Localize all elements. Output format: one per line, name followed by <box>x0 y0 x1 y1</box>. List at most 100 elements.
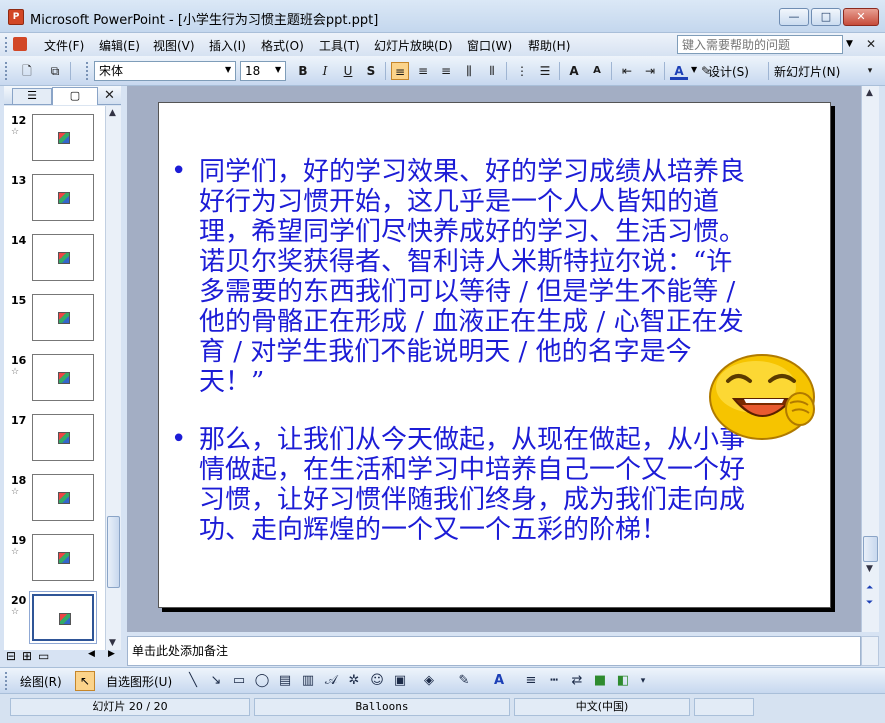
menu-window[interactable]: 窗口(W) <box>467 37 512 54</box>
align-left-icon[interactable]: ≡ <box>391 62 409 80</box>
clipart-icon[interactable]: ☺ <box>368 672 386 690</box>
slide-thumbnail[interactable] <box>32 114 94 161</box>
font-color-icon[interactable]: A <box>490 672 508 690</box>
oval-tool-icon[interactable]: ◯ <box>253 672 271 690</box>
tab-slides[interactable]: ▢ <box>52 87 98 105</box>
italic-icon[interactable]: I <box>316 62 334 80</box>
toolbar-grip-handle[interactable] <box>5 672 8 690</box>
menu-help[interactable]: 帮助(H) <box>528 37 570 54</box>
increase-indent-icon[interactable]: ⇥ <box>641 62 659 80</box>
numbering-icon[interactable]: ⋮ <box>513 62 531 80</box>
slide-thumbnail[interactable] <box>32 474 94 521</box>
maximize-button[interactable]: □ <box>811 8 841 26</box>
rectangle-tool-icon[interactable]: ▭ <box>230 672 248 690</box>
menu-format[interactable]: 格式(O) <box>261 37 304 54</box>
close-button[interactable]: ✕ <box>843 8 879 26</box>
scroll-up-icon[interactable]: ▲ <box>109 108 116 118</box>
document-icon[interactable] <box>13 37 27 51</box>
slide-text-paragraph[interactable]: • 同学们，好的学习效果、好的学习成绩从培养良好行为习惯开始，这几乎是一个人人皆… <box>171 156 754 397</box>
line-tool-icon[interactable]: ╲ <box>184 672 202 690</box>
arrow-tool-icon[interactable]: ↘ <box>207 672 225 690</box>
size-dropdown-arrow-icon[interactable]: ▼ <box>275 65 281 74</box>
slide-scrollbar[interactable]: ▲ ▼ ⏶ ⏷ <box>861 86 879 632</box>
scroll-up-icon[interactable]: ▲ <box>866 88 873 98</box>
previous-slide-icon[interactable]: ⏶ <box>866 583 873 593</box>
slide-canvas[interactable]: • 同学们，好的学习效果、好的学习成绩从培养良好行为习惯开始，这几乎是一个人人皆… <box>158 102 831 608</box>
slide-thumbnail[interactable] <box>32 294 94 341</box>
wordart-icon[interactable]: 𝒜 <box>322 672 340 690</box>
scroll-down-icon[interactable]: ▼ <box>866 564 873 574</box>
select-cursor-icon[interactable]: ↖ <box>75 671 95 691</box>
columns-icon[interactable]: ⦀ <box>483 62 501 80</box>
slide-thumbnail[interactable] <box>32 354 94 401</box>
toolbar-options-icon[interactable]: ▾ <box>638 672 648 690</box>
menu-slideshow[interactable]: 幻灯片放映(D) <box>374 37 453 54</box>
shadow-style-icon[interactable]: ■ <box>591 672 609 690</box>
vertical-textbox-icon[interactable]: ▥ <box>299 672 317 690</box>
font-color-icon[interactable]: A <box>670 62 688 80</box>
line-color-icon[interactable]: ✎ <box>455 672 473 690</box>
help-search-input[interactable] <box>677 35 843 54</box>
toolbar-options-icon[interactable]: ▾ <box>864 62 876 80</box>
help-dropdown-arrow-icon[interactable]: ▼ <box>846 39 856 49</box>
toolbar-grip-handle[interactable] <box>86 62 89 80</box>
textbox-tool-icon[interactable]: ▤ <box>276 672 294 690</box>
new-slide-button[interactable]: 新幻灯片(N) <box>774 63 840 80</box>
powerpoint-app-icon[interactable]: P <box>8 9 24 25</box>
thumbnail-scrollbar[interactable]: ▲ ▼ <box>105 106 121 650</box>
scroll-left-icon[interactable]: ◀ <box>88 649 95 659</box>
notes-pane[interactable]: 单击此处添加备注 <box>127 636 861 666</box>
fill-color-icon[interactable]: ◈ <box>420 672 438 690</box>
slide-thumbnail[interactable] <box>32 174 94 221</box>
bold-icon[interactable]: B <box>294 62 312 80</box>
3d-style-icon[interactable]: ◧ <box>614 672 632 690</box>
scroll-thumb[interactable] <box>863 536 878 562</box>
scroll-down-icon[interactable]: ▼ <box>109 638 116 648</box>
font-dropdown-arrow-icon[interactable]: ▼ <box>225 65 231 74</box>
dash-style-icon[interactable]: ┅ <box>545 672 563 690</box>
menu-insert[interactable]: 插入(I) <box>209 37 246 54</box>
align-right-icon[interactable]: ≡ <box>437 62 455 80</box>
arrow-style-icon[interactable]: ⇄ <box>568 672 586 690</box>
decrease-indent-icon[interactable]: ⇤ <box>618 62 636 80</box>
picture-icon[interactable]: ▣ <box>391 672 409 690</box>
font-color-arrow-icon[interactable]: ▼ <box>691 65 697 74</box>
copy-icon[interactable]: ⧉ <box>46 62 64 80</box>
shadow-icon[interactable]: S <box>362 62 380 80</box>
bullets-icon[interactable]: ☰ <box>536 62 554 80</box>
menu-edit[interactable]: 编辑(E) <box>99 37 140 54</box>
next-slide-icon[interactable]: ⏷ <box>866 598 873 608</box>
draw-menu-button[interactable]: 绘图(R) <box>20 673 62 690</box>
diagram-icon[interactable]: ✲ <box>345 672 363 690</box>
menu-grip-handle[interactable] <box>5 37 8 52</box>
pane-close-button[interactable]: ✕ <box>104 88 115 103</box>
align-center-icon[interactable]: ≡ <box>414 62 432 80</box>
menu-view[interactable]: 视图(V) <box>153 37 195 54</box>
slide-text-paragraph[interactable]: • 那么，让我们从今天做起，从现在做起，从小事情做起，在生活和学习中培养自己一个… <box>171 424 754 545</box>
toolbar-grip-handle[interactable] <box>5 62 8 80</box>
slide-sorter-view-icon[interactable]: ⊞ <box>22 649 32 663</box>
scroll-thumb[interactable] <box>107 516 120 588</box>
slideshow-view-icon[interactable]: ▭ <box>38 649 49 663</box>
slide-thumbnail[interactable] <box>32 414 94 461</box>
increase-font-icon[interactable]: A <box>565 62 583 80</box>
new-document-icon[interactable]: 🗋 <box>18 62 36 80</box>
decrease-font-icon[interactable]: A <box>588 62 606 80</box>
menu-file[interactable]: 文件(F) <box>44 37 84 54</box>
laughing-smiley-clipart[interactable] <box>706 347 818 443</box>
notes-scrollbar[interactable] <box>861 636 879 666</box>
slide-thumbnail[interactable] <box>32 234 94 281</box>
slide-thumbnail[interactable] <box>29 591 97 644</box>
slide-thumbnail[interactable] <box>32 534 94 581</box>
menu-tools[interactable]: 工具(T) <box>319 37 360 54</box>
tab-outline[interactable]: ☰ <box>12 88 52 104</box>
distribute-icon[interactable]: ⫼ <box>460 62 478 80</box>
underline-icon[interactable]: U <box>339 62 357 80</box>
close-document-button[interactable]: ✕ <box>866 37 876 51</box>
font-name-select[interactable]: 宋体 <box>94 61 236 81</box>
normal-view-icon[interactable]: ⊟ <box>6 649 16 663</box>
design-button[interactable]: 设计(S) <box>708 63 749 80</box>
scroll-right-icon[interactable]: ▶ <box>108 649 115 659</box>
autoshapes-menu-button[interactable]: 自选图形(U) <box>106 673 172 690</box>
minimize-button[interactable]: — <box>779 8 809 26</box>
